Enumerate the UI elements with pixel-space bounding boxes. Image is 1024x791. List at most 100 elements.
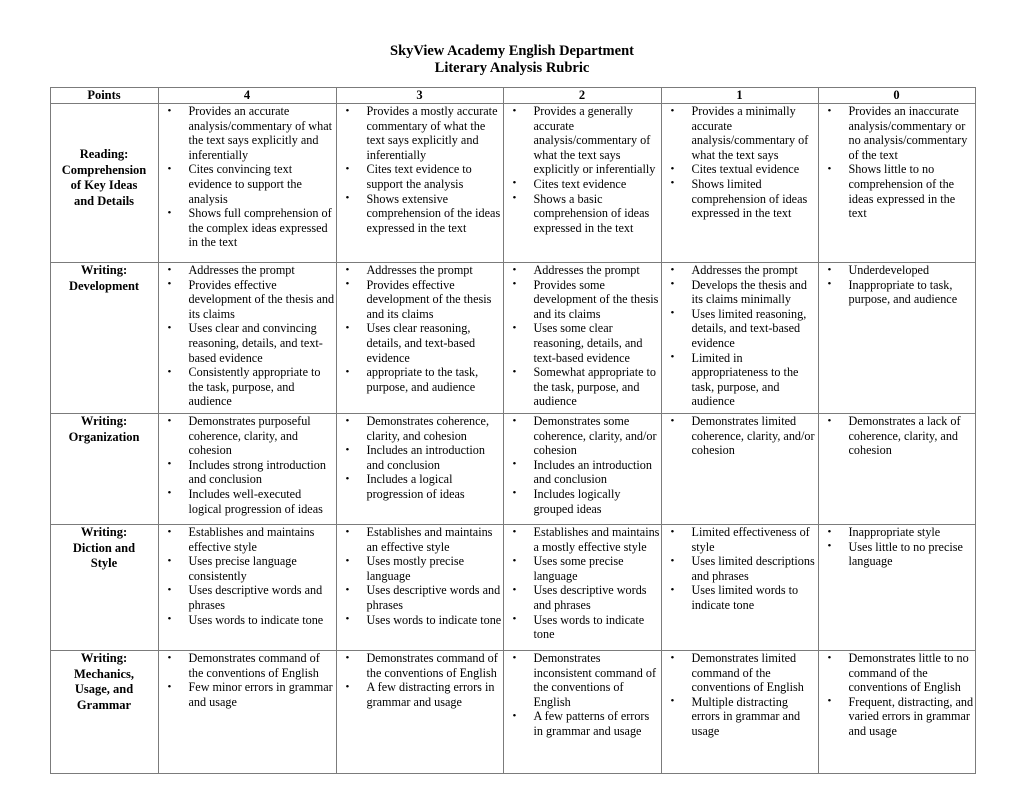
criteria-list-item: Uses some clear reasoning, details, and …	[504, 321, 661, 365]
criteria-list-item: Uses descriptive words and phrases	[504, 583, 661, 612]
criteria-list-item: Demonstrates a lack of coherence, clarit…	[819, 414, 975, 458]
criteria-list: Addresses the promptProvides some develo…	[504, 263, 661, 409]
criteria-list-item: Cites text evidence to support the analy…	[337, 162, 503, 191]
criteria-list-item: Establishes and maintains an effective s…	[337, 524, 503, 554]
criterion-label-line: Grammar	[76, 697, 132, 712]
criteria-list-item: Includes strong introduction and conclus…	[159, 457, 336, 487]
criteria-list: Establishes and maintains an effective s…	[337, 524, 503, 628]
criterion-label-line: of Key Ideas	[70, 178, 138, 192]
rubric-cell-level-2: Provides a generally accurate analysis/c…	[502, 103, 662, 263]
criteria-list-item: Shows limited comprehension of ideas exp…	[662, 176, 818, 221]
criteria-list-item: Shows a basic comprehension of ideas exp…	[504, 191, 661, 236]
rubric-cell-level-0: Inappropriate styleUses little to no pre…	[817, 524, 976, 651]
criteria-list-item: Few minor errors in grammar and usage	[159, 680, 336, 709]
rubric-cell-level-0: Provides an inaccurate analysis/commenta…	[817, 103, 976, 263]
criteria-list-item: Addresses the prompt	[662, 263, 818, 278]
criteria-list: Provides a generally accurate analysis/c…	[504, 104, 661, 235]
table-row: Writing:Mechanics,Usage, andGrammar Demon…	[49, 650, 976, 774]
rubric-cell-level-3: Demonstrates coherence, clarity, and coh…	[335, 413, 504, 525]
criterion-label-line: Writing:	[80, 651, 128, 665]
criteria-list-item: Provides an inaccurate analysis/commenta…	[819, 103, 975, 162]
rubric-cell-level-0: Demonstrates little to no command of the…	[817, 650, 976, 774]
criterion-label: Writing: Diction and Style	[49, 524, 159, 651]
criteria-list-item: Cites convincing text evidence to suppor…	[159, 162, 336, 206]
criteria-list-item: Uses descriptive words and phrases	[337, 583, 503, 612]
criteria-list-item: Provides a minimally accurate analysis/c…	[662, 103, 818, 162]
rubric-cell-level-2: Demonstrates some coherence, clarity, an…	[502, 413, 662, 525]
criteria-list-item: Inappropriate style	[819, 525, 975, 540]
criteria-list-item: Uses clear and convincing reasoning, det…	[159, 321, 336, 365]
criteria-list-item: Inappropriate to task, purpose, and audi…	[819, 277, 975, 307]
criteria-list-item: Provides effective development of the th…	[159, 277, 336, 322]
criteria-list-item: Uses precise language consistently	[159, 554, 336, 583]
criteria-list-item: Uses words to indicate tone	[504, 612, 661, 642]
rubric-cell-level-2: Demonstrates inconsistent command of the…	[502, 650, 662, 774]
criteria-list-item: appropriate to the task, purpose, and au…	[337, 365, 503, 394]
criteria-list: Demonstrates inconsistent command of the…	[504, 650, 661, 739]
rubric-cell-level-3: Demonstrates command of the conventions …	[335, 650, 504, 774]
criteria-list-item: Demonstrates inconsistent command of the…	[504, 650, 661, 709]
criterion-label-line: Writing:	[80, 525, 128, 539]
criterion-label-line: Development	[68, 278, 140, 293]
rubric-table: Points 4 3 2 1 0 Reading: Comprehension of…	[49, 87, 976, 774]
rubric-cell-level-4: Addresses the promptProvides effective d…	[157, 262, 337, 414]
criterion-label: Reading: Comprehension of Key Ideas and Det…	[49, 103, 159, 263]
header-cell-4: 4	[157, 87, 337, 104]
criterion-label-line: Usage, and	[74, 682, 134, 696]
criteria-list: Limited effectiveness of style Uses limit…	[662, 524, 818, 613]
criterion-label-line: Writing:	[80, 414, 128, 428]
criteria-list-item: Consistently appropriate to the task, pu…	[159, 365, 336, 409]
header-cell-2: 2	[502, 87, 662, 104]
document-page: SkyView Academy English Department Liter…	[0, 0, 1024, 791]
criterion-label-line: Writing:	[80, 263, 128, 277]
criteria-list: Provides a minimally accurate analysis/c…	[662, 103, 818, 221]
rubric-cell-level-3: Provides a mostly accurate commentary of…	[335, 103, 504, 263]
criteria-list: Provides an accurate analysis/commentary…	[159, 103, 336, 250]
criteria-list-item: Uses words to indicate tone	[337, 612, 503, 628]
criteria-list-item: Cites text evidence	[504, 176, 661, 192]
criteria-list-item: Addresses the prompt	[159, 263, 336, 278]
criteria-list-item: Uses limited words to indicate tone	[662, 583, 818, 612]
criteria-list-item: Limited effectiveness of style	[662, 524, 818, 554]
rubric-table-container: Points 4 3 2 1 0 Reading: Comprehension of…	[49, 76, 976, 774]
criteria-list-item: A few distracting errors in grammar and …	[337, 680, 503, 709]
criteria-list: Addresses the promptDevelops the thesis …	[662, 263, 818, 409]
rubric-cell-level-4: Demonstrates purposeful coherence, clari…	[157, 413, 337, 525]
rubric-cell-level-1: Addresses the promptDevelops the thesis …	[660, 262, 819, 414]
criteria-list: Demonstrates coherence, clarity, and coh…	[337, 413, 503, 502]
criteria-list: Demonstrates purposeful coherence, clari…	[159, 414, 336, 516]
criteria-list-item: Somewhat appropriate to the task, purpos…	[504, 365, 661, 409]
criteria-list: Demonstrates little to no command of the…	[819, 651, 975, 739]
criterion-label-line: Style	[90, 556, 118, 570]
criterion-label: Writing: Organization	[49, 413, 159, 525]
criteria-list-item: Addresses the prompt	[337, 263, 503, 278]
criteria-list-item: Establishes and maintains effective styl…	[159, 524, 336, 554]
rubric-cell-level-3: Addresses the promptProvides effective d…	[335, 262, 504, 414]
criteria-list: Addresses the promptProvides effective d…	[159, 263, 336, 409]
document-title-line-1: SkyView Academy English Department	[390, 43, 634, 59]
criteria-list: Establishes and maintains a mostly effec…	[504, 524, 661, 642]
criteria-list-item: Demonstrates limited coherence, clarity,…	[662, 414, 818, 458]
criteria-list: UnderdevelopedInappropriate to task, pur…	[819, 263, 975, 307]
rubric-cell-level-2: Addresses the promptProvides some develo…	[502, 262, 662, 414]
criteria-list-item: Demonstrates command of the conventions …	[337, 650, 503, 680]
rubric-cell-level-2: Establishes and maintains a mostly effec…	[502, 524, 662, 651]
criteria-list-item: Includes an introduction and conclusion	[504, 457, 661, 487]
criterion-label-line: Diction and	[72, 540, 136, 555]
criteria-list-item: Provides some development of the thesis …	[504, 277, 661, 322]
criteria-list-item: Provides an accurate analysis/commentary…	[159, 103, 336, 162]
rubric-cell-level-1: Demonstrates limited coherence, clarity,…	[660, 413, 819, 525]
criterion-label-line: and Details	[73, 193, 135, 208]
rubric-cell-level-3: Establishes and maintains an effective s…	[335, 524, 504, 651]
criteria-list: Demonstrates command of the conventions …	[159, 650, 336, 709]
rubric-cell-level-4: Provides an accurate analysis/commentary…	[157, 103, 337, 263]
rubric-cell-level-0: Demonstrates a lack of coherence, clarit…	[817, 413, 976, 525]
criteria-list-item: Uses some precise language	[504, 554, 661, 583]
criterion-label-line: Comprehension	[61, 162, 147, 177]
criteria-list-item: Demonstrates limited command of the conv…	[662, 651, 818, 695]
criteria-list-item: Includes an introduction and conclusion	[337, 443, 503, 472]
rubric-cell-level-4: Establishes and maintains effective styl…	[157, 524, 337, 651]
criterion-label-line: Mechanics,	[73, 666, 135, 681]
rubric-cell-level-1: Demonstrates limited command of the conv…	[660, 650, 819, 774]
criterion-label-line: Organization	[68, 429, 140, 444]
